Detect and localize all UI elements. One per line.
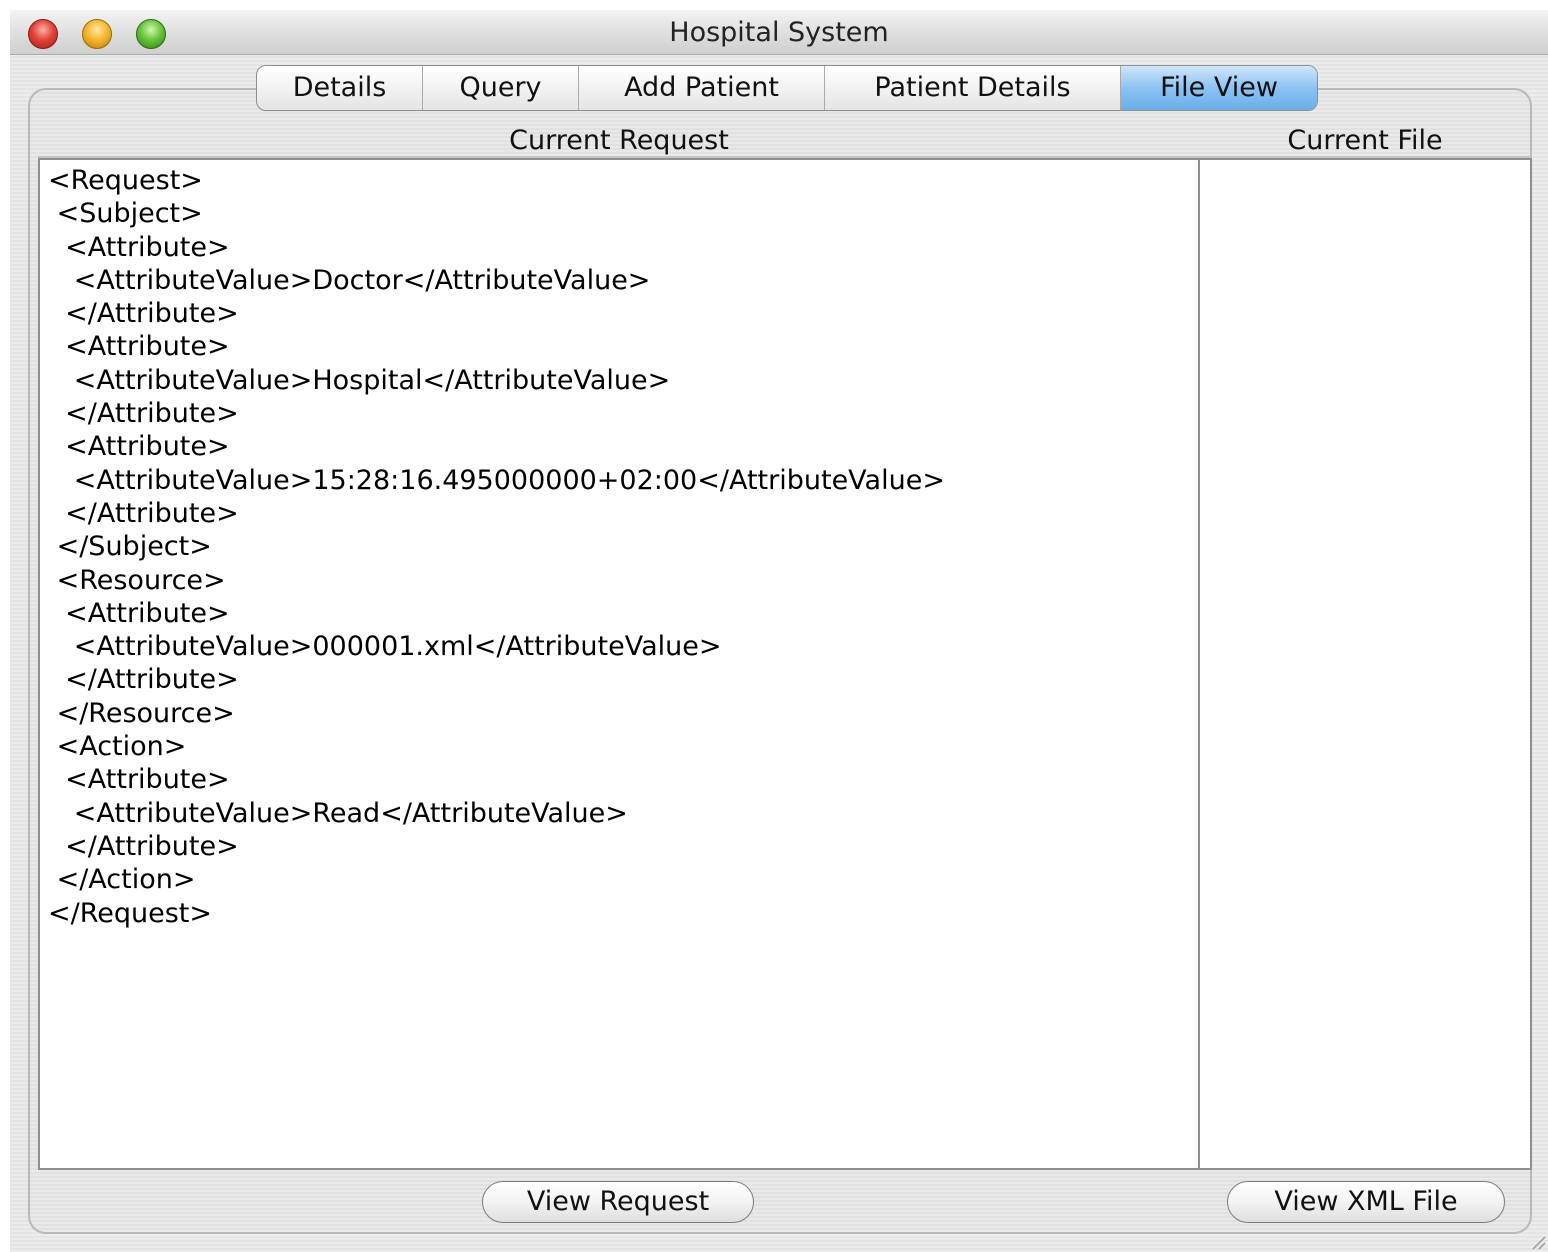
title-bar[interactable]: Hospital System [10, 10, 1548, 55]
current-request-textarea[interactable]: <Request> <Subject> <Attribute> <Attribu… [38, 158, 1200, 1170]
view-request-button[interactable]: View Request [482, 1181, 754, 1223]
current-file-header: Current File [1287, 125, 1443, 156]
app-window: Hospital System Details Query Add Patien… [10, 10, 1548, 1252]
tab-details[interactable]: Details [257, 66, 423, 110]
resize-grip-icon[interactable] [1528, 1232, 1546, 1250]
tab-query[interactable]: Query [423, 66, 579, 110]
file-content-text[interactable] [1200, 160, 1530, 164]
tab-add-patient[interactable]: Add Patient [579, 66, 825, 110]
current-file-textarea[interactable] [1198, 158, 1532, 1170]
tab-bar: Details Query Add Patient Patient Detail… [256, 65, 1318, 111]
current-request-header: Current Request [509, 125, 729, 156]
request-xml-text[interactable]: <Request> <Subject> <Attribute> <Attribu… [40, 160, 1198, 930]
tab-file-view[interactable]: File View [1121, 66, 1317, 110]
window-title: Hospital System [669, 17, 889, 48]
view-xml-file-button[interactable]: View XML File [1227, 1181, 1505, 1223]
tab-patient-details[interactable]: Patient Details [825, 66, 1121, 110]
